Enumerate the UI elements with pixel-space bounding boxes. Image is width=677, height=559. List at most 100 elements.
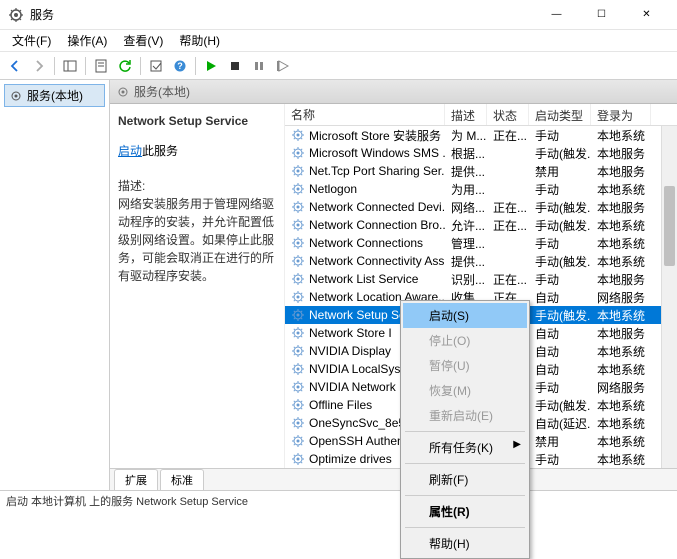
back-button[interactable] <box>4 55 26 77</box>
col-desc[interactable]: 描述 <box>445 104 487 125</box>
separator <box>405 463 525 464</box>
cell-start: 手动(触发... <box>529 306 591 325</box>
cell-logon: 本地系统 <box>591 252 651 271</box>
table-row[interactable]: Network Connected Devi...网络...正在...手动(触发… <box>285 198 677 216</box>
refresh-button[interactable] <box>114 55 136 77</box>
cell-start: 手动 <box>529 270 591 289</box>
minimize-button[interactable]: — <box>534 1 579 29</box>
cell-name: Netlogon <box>285 181 445 197</box>
start-link[interactable]: 启动 <box>118 144 142 158</box>
separator <box>405 495 525 496</box>
col-status[interactable]: 状态 <box>487 104 529 125</box>
table-row[interactable]: Network Connectivity Ass...提供... 手动(触发...… <box>285 252 677 270</box>
content-wrap: 服务(本地) Network Setup Service 启动此服务 描述: 网… <box>110 80 677 490</box>
cell-logon: 本地服务 <box>591 144 651 163</box>
separator <box>405 527 525 528</box>
properties-button[interactable] <box>90 55 112 77</box>
col-start[interactable]: 启动类型 <box>529 104 591 125</box>
cell-start: 自动 <box>529 342 591 361</box>
cell-desc: 为 M... <box>445 126 487 145</box>
tab-extended[interactable]: 扩展 <box>114 469 158 490</box>
menu-action[interactable]: 操作(A) <box>59 30 115 51</box>
cell-logon: 本地系统 <box>591 360 651 379</box>
titlebar: 服务 — ☐ ✕ <box>0 0 677 30</box>
chevron-right-icon: ▶ <box>513 439 521 450</box>
cell-logon: 本地服务 <box>591 270 651 289</box>
separator <box>140 57 141 75</box>
cell-start: 手动(触发... <box>529 252 591 271</box>
menu-help[interactable]: 帮助(H) <box>171 30 228 51</box>
menu-file[interactable]: 文件(F) <box>4 30 59 51</box>
cell-desc: 为用... <box>445 180 487 199</box>
cell-desc: 允许... <box>445 216 487 235</box>
tab-standard[interactable]: 标准 <box>160 469 204 490</box>
cell-name: Network Connectivity Ass... <box>285 253 445 269</box>
restart-service-button[interactable] <box>272 55 294 77</box>
cell-logon: 本地服务 <box>591 198 651 217</box>
maximize-button[interactable]: ☐ <box>579 1 624 29</box>
stop-service-button[interactable] <box>224 55 246 77</box>
cell-status: 正在... <box>487 126 529 145</box>
start-line: 启动此服务 <box>118 142 276 159</box>
pause-service-button[interactable] <box>248 55 270 77</box>
nav-label: 服务(本地) <box>27 87 83 104</box>
cell-status <box>487 152 529 154</box>
cell-start: 禁用 <box>529 162 591 181</box>
col-name[interactable]: 名称 <box>285 104 445 125</box>
cell-start: 禁用 <box>529 432 591 451</box>
table-row[interactable]: Network Connection Bro...允许...正在...手动(触发… <box>285 216 677 234</box>
ctx-stop: 停止(O) <box>403 328 527 353</box>
cell-logon: 本地系统 <box>591 306 651 325</box>
cell-desc: 管理... <box>445 234 487 253</box>
table-row[interactable]: Network List Service识别...正在...手动本地服务 <box>285 270 677 288</box>
table-row[interactable]: Microsoft Store 安装服务为 M...正在...手动本地系统 <box>285 126 677 144</box>
ctx-resume: 恢复(M) <box>403 378 527 403</box>
cell-logon: 本地系统 <box>591 450 651 469</box>
menu-view[interactable]: 查看(V) <box>115 30 171 51</box>
cell-logon: 本地系统 <box>591 126 651 145</box>
cell-desc: 网络... <box>445 198 487 217</box>
scrollbar-vertical[interactable] <box>661 126 677 468</box>
cell-status <box>487 260 529 262</box>
nav-services-local[interactable]: 服务(本地) <box>4 84 105 107</box>
table-row[interactable]: Net.Tcp Port Sharing Ser...提供...禁用本地服务 <box>285 162 677 180</box>
table-row[interactable]: Network Connections管理...手动本地系统 <box>285 234 677 252</box>
forward-button[interactable] <box>28 55 50 77</box>
help-button[interactable]: ? <box>169 55 191 77</box>
cell-logon: 本地系统 <box>591 342 651 361</box>
ctx-refresh[interactable]: 刷新(F) <box>403 467 527 492</box>
ctx-start[interactable]: 启动(S) <box>403 303 527 328</box>
cell-start: 自动 <box>529 360 591 379</box>
desc-label: 描述: <box>118 177 276 195</box>
cell-start: 手动 <box>529 126 591 145</box>
list-header: 名称 描述 状态 启动类型 登录为 <box>285 104 677 126</box>
table-row[interactable]: Microsoft Windows SMS ...根据...手动(触发...本地… <box>285 144 677 162</box>
cell-status <box>487 188 529 190</box>
table-row[interactable]: Netlogon为用...手动本地系统 <box>285 180 677 198</box>
ctx-properties[interactable]: 属性(R) <box>403 499 527 524</box>
context-menu: 启动(S) 停止(O) 暂停(U) 恢复(M) 重新启动(E) 所有任务(K)▶… <box>400 300 530 559</box>
cell-name: Network Connected Devi... <box>285 199 445 215</box>
ctx-help[interactable]: 帮助(H) <box>403 531 527 556</box>
show-hide-button[interactable] <box>59 55 81 77</box>
separator <box>85 57 86 75</box>
scrollbar-thumb[interactable] <box>664 186 675 266</box>
separator <box>195 57 196 75</box>
cell-logon: 网络服务 <box>591 378 651 397</box>
ctx-alltasks[interactable]: 所有任务(K)▶ <box>403 435 527 460</box>
svg-text:?: ? <box>177 61 183 71</box>
cell-logon: 本地系统 <box>591 234 651 253</box>
body: 服务(本地) 服务(本地) Network Setup Service 启动此服… <box>0 80 677 490</box>
desc-text: 网络安装服务用于管理网络驱动程序的安装，并允许配置低级别网络设置。如果停止此服务… <box>118 195 276 285</box>
ctx-restart: 重新启动(E) <box>403 403 527 428</box>
close-button[interactable]: ✕ <box>624 1 669 29</box>
start-suffix: 此服务 <box>142 144 178 158</box>
start-service-button[interactable] <box>200 55 222 77</box>
cell-desc: 提供... <box>445 252 487 271</box>
separator <box>405 431 525 432</box>
gear-icon <box>116 85 130 99</box>
col-logon[interactable]: 登录为 <box>591 104 651 125</box>
export-button[interactable] <box>145 55 167 77</box>
cell-start: 手动 <box>529 450 591 469</box>
cell-desc: 提供... <box>445 162 487 181</box>
